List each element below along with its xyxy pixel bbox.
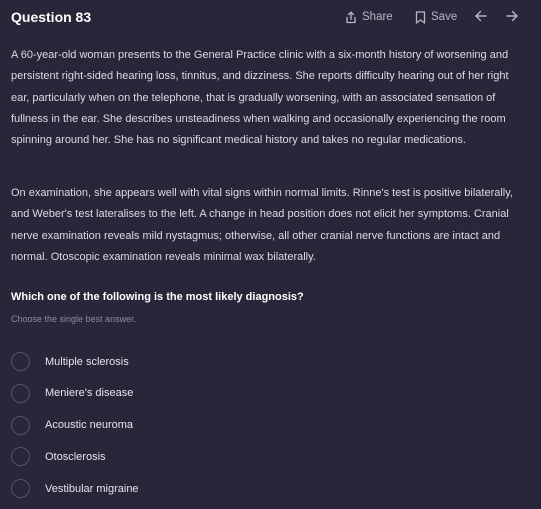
question-stem-paragraph-1: A 60-year-old woman presents to the Gene…: [11, 49, 509, 147]
answer-instruction: Choose the single best answer.: [11, 314, 137, 324]
previous-question-button[interactable]: [474, 9, 488, 23]
radio-button[interactable]: [11, 352, 30, 371]
next-question-button[interactable]: [505, 9, 519, 23]
radio-button[interactable]: [11, 479, 30, 499]
answer-option[interactable]: Acoustic neuroma: [11, 414, 511, 437]
answer-option[interactable]: Multiple sclerosis: [11, 350, 511, 373]
share-label: Share: [362, 11, 393, 23]
answer-option[interactable]: Vestibular migraine: [11, 477, 511, 500]
radio-button[interactable]: [11, 383, 30, 403]
answer-option-label: Meniere's disease: [45, 387, 134, 400]
save-button[interactable]: Save: [415, 9, 457, 25]
save-label: Save: [431, 11, 458, 23]
answer-option[interactable]: Meniere's disease: [11, 382, 511, 405]
radio-button[interactable]: [11, 415, 30, 435]
question-stem-paragraph-2: On examination, she appears well with vi…: [11, 187, 513, 263]
answer-option-label: Otosclerosis: [45, 450, 106, 463]
answer-options: Multiple sclerosis Meniere's disease Aco…: [11, 350, 511, 509]
radio-button[interactable]: [11, 447, 30, 467]
question-header: Question 83 Share Save: [0, 0, 541, 34]
answer-option-label: Acoustic neuroma: [45, 419, 134, 432]
bookmark-icon: [415, 10, 426, 24]
question-prompt: Which one of the following is the most l…: [11, 291, 304, 303]
share-icon: [345, 11, 357, 24]
answer-option-label: Vestibular migraine: [45, 482, 139, 495]
arrow-left-icon: [474, 9, 488, 23]
share-button[interactable]: Share: [345, 9, 393, 25]
answer-option[interactable]: Otosclerosis: [11, 445, 511, 468]
answer-option-label: Multiple sclerosis: [45, 355, 129, 368]
arrow-right-icon: [505, 9, 519, 23]
question-title: Question 83: [11, 9, 92, 25]
